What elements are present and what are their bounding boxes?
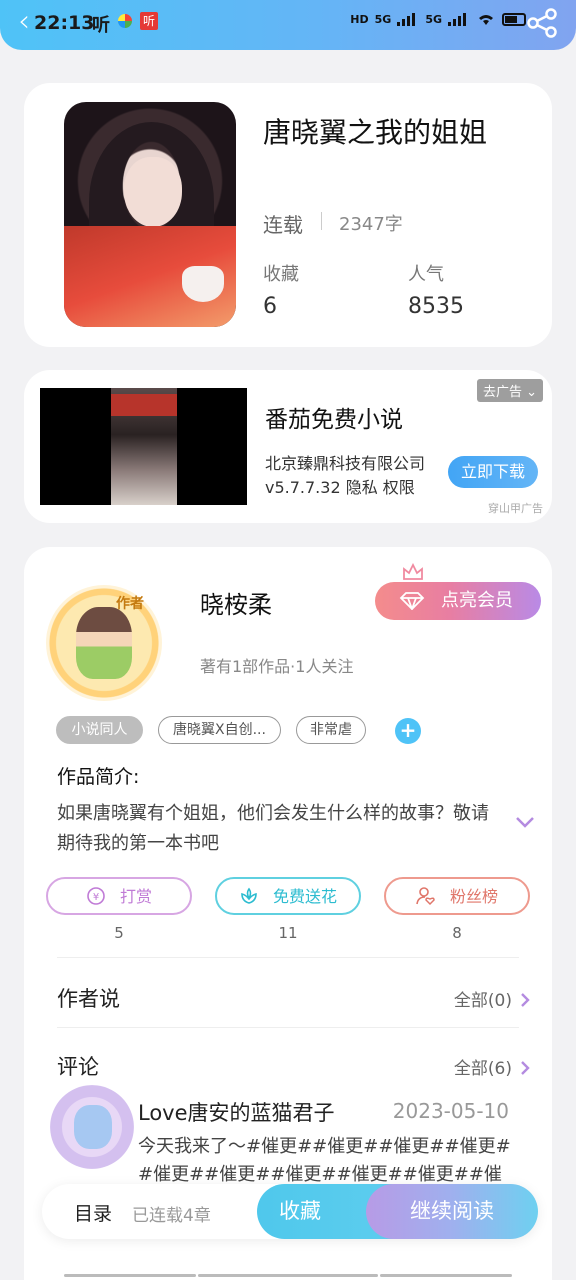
author-badge: 作者 — [116, 596, 144, 612]
book-status: 连载 — [263, 213, 303, 237]
tip-label: 打赏 — [119, 887, 152, 906]
divider — [57, 1027, 519, 1028]
fans-rank-label: 粉丝榜 — [449, 887, 498, 906]
collect-label: 收藏 — [263, 264, 299, 285]
fans-count: 8 — [452, 924, 462, 942]
flower-icon — [241, 887, 257, 904]
send-flower-label: 免费送花 — [272, 887, 337, 906]
status-bar: ‹ 22:13 听 听 HD 5G 5G — [0, 0, 576, 50]
hd-indicator: HD — [350, 12, 369, 26]
remove-ad-button[interactable]: 去广告 ⌄ — [476, 379, 543, 402]
intro-text: 如果唐晓翼有个姐姐，他们会发生什么样的故事？敬请期待我的第一本书吧 — [57, 803, 489, 854]
app-notification-label: 听 — [92, 15, 110, 36]
chevron-down-icon: ⌄ — [526, 385, 537, 400]
divider — [57, 957, 519, 958]
comments-more-label: 全部(6) — [453, 1059, 512, 1079]
send-flower-button[interactable]: 免费送花 — [215, 877, 361, 915]
popularity-label: 人气 — [408, 264, 444, 285]
tag-item[interactable]: 唐晓翼X自创... — [158, 716, 281, 744]
ad-source: 穿山甲广告 — [488, 502, 543, 515]
comment-text[interactable]: 今天我来了～#催更##催更##催更##催更##催更##催更##催更##催更##催… — [138, 1133, 512, 1189]
signal-icon — [448, 12, 470, 26]
author-detail-card: 作者 晓桉柔 著有1部作品·1人关注 点亮会员 小说同人 唐晓翼X自创... 非… — [24, 547, 552, 1280]
comments-title: 评论 — [57, 1055, 99, 1079]
status-time: 22:13 — [34, 12, 95, 34]
flower-count: 11 — [278, 924, 298, 942]
comment-date: 2023-05-10 — [392, 1099, 509, 1123]
comments-more[interactable]: 全部(6) — [454, 1054, 530, 1079]
chapter-progress: 已连载4章 — [132, 1206, 211, 1226]
author-says-more[interactable]: 全部(0) — [454, 986, 530, 1011]
app-badge-icon: 听 — [140, 12, 158, 30]
ad-title: 番茄免费小说 — [265, 407, 403, 433]
diamond-icon — [399, 592, 425, 610]
wifi-icon — [479, 15, 493, 25]
crown-icon — [403, 563, 423, 580]
book-word-count: 2347字 — [339, 214, 403, 235]
continue-reading-button[interactable]: 继续阅读 — [366, 1184, 538, 1239]
download-button[interactable]: 立即下载 — [448, 456, 538, 488]
chevron-down-icon[interactable] — [515, 815, 535, 829]
back-arrow-icon[interactable]: ‹ — [18, 4, 30, 39]
commenter-avatar[interactable] — [50, 1085, 134, 1169]
collect-count: 6 — [263, 294, 277, 319]
book-info-card: 唐晓翼之我的姐姐 连载 2347字 收藏 6 人气 8535 — [24, 83, 552, 347]
battery-icon — [502, 12, 526, 26]
ad-card[interactable]: 番茄免费小说 北京臻鼎科技有限公司 v5.7.7.32 隐私 权限 去广告 ⌄ … — [24, 370, 552, 523]
author-says-title: 作者说 — [57, 987, 120, 1011]
commenter-name[interactable]: Love唐安的蓝猫君子 — [138, 1097, 335, 1127]
svg-text:¥: ¥ — [93, 892, 99, 903]
share-icon[interactable] — [526, 8, 558, 38]
network-label-2: 5G — [425, 12, 442, 26]
vip-label: 点亮会员 — [441, 590, 513, 611]
tag-item[interactable]: 小说同人 — [56, 716, 143, 744]
author-says-more-label: 全部(0) — [453, 991, 512, 1011]
system-indicators: HD 5G 5G — [350, 12, 526, 26]
author-name[interactable]: 晓桉柔 — [200, 585, 272, 620]
network-label-1: 5G — [374, 12, 392, 26]
divider — [321, 212, 322, 230]
nav-indicator — [198, 1274, 378, 1277]
nav-indicator — [380, 1274, 512, 1277]
nav-indicator — [64, 1274, 196, 1277]
chevron-right-icon — [521, 1061, 530, 1075]
tip-count: 5 — [114, 924, 124, 942]
tag-item[interactable]: 非常虐 — [296, 716, 366, 744]
chevron-right-icon — [521, 993, 530, 1007]
author-info: 著有1部作品·1人关注 — [200, 657, 354, 676]
ad-video[interactable] — [40, 388, 247, 505]
popularity-count: 8535 — [408, 294, 464, 319]
vip-button[interactable]: 点亮会员 — [375, 582, 541, 620]
book-cover[interactable] — [64, 102, 236, 327]
intro-label: 作品简介: — [57, 766, 140, 788]
fans-rank-button[interactable]: 粉丝榜 — [384, 877, 530, 915]
ad-company: 北京臻鼎科技有限公司 — [265, 454, 426, 473]
remove-ad-label: 去广告 — [482, 385, 522, 400]
coin-icon: ¥ — [87, 886, 105, 905]
tip-button[interactable]: ¥ 打赏 — [46, 877, 192, 915]
toc-button[interactable]: 目录 — [74, 1199, 112, 1226]
add-tag-icon[interactable]: + — [395, 718, 421, 744]
signal-icon — [397, 12, 419, 26]
user-heart-icon — [416, 886, 435, 905]
book-title: 唐晓翼之我的姐姐 — [263, 116, 488, 149]
ad-meta[interactable]: v5.7.7.32 隐私 权限 — [265, 474, 415, 498]
app-notification-icon — [118, 14, 132, 28]
author-avatar[interactable]: 作者 — [46, 585, 162, 701]
bottom-action-bar: 目录 已连载4章 收藏 继续阅读 — [42, 1184, 538, 1239]
